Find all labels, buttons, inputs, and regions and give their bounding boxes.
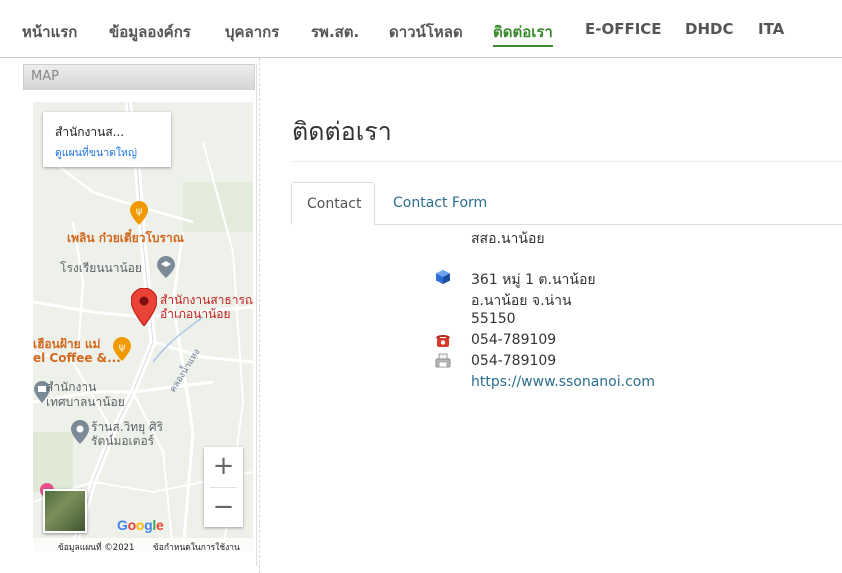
map-label-office-1: สำนักงานสาธารณ: [160, 293, 253, 307]
contact-fax: 054-789109: [471, 353, 557, 369]
google-logo-letter: G: [117, 517, 128, 533]
svg-text:ψ: ψ: [119, 342, 126, 353]
zoom-control: + −: [204, 447, 243, 527]
nav-ita[interactable]: ITA: [758, 20, 784, 38]
tab-contact-form-label: Contact Form: [393, 195, 488, 211]
google-logo-letter: e: [155, 517, 164, 533]
tab-contact[interactable]: Contact: [291, 182, 375, 225]
fax-icon: [435, 353, 451, 373]
nav-health-station[interactable]: รพ.สต.: [311, 20, 359, 44]
nav-contact[interactable]: ติดต่อเรา: [493, 20, 553, 47]
map-label-school: โรงเรียนนาน้อย: [60, 261, 142, 275]
map-attribution-bar: ข้อมูลแผนที่ ©2021 ข้อกำหนดในการใช้งาน: [33, 538, 253, 552]
map-label-cafe-2: el Coffee &...: [33, 351, 121, 365]
map-label-cafe-1: เฮือนฝ้าย แม่: [33, 337, 101, 351]
map-panel-header: MAP: [23, 64, 255, 90]
title-divider: [291, 161, 842, 162]
tab-contact-label: Contact: [307, 196, 362, 212]
map-label-shop-1: ร้านส.วิทยุ ศิริ: [91, 420, 164, 434]
map-info-card: สำนักงานส... ดูแผนที่ขนาดใหญ่: [43, 112, 171, 167]
google-logo-text: Google: [117, 517, 164, 533]
contact-postcode: 55150: [471, 311, 516, 327]
column-divider: [259, 58, 260, 573]
svg-text:ψ: ψ: [136, 206, 143, 217]
map-panel-title: MAP: [31, 69, 59, 84]
map-label-municipal-2: เทศบาลนาน้อย: [46, 395, 125, 409]
map-label-office-2: อำเภอนาน้อย: [160, 307, 231, 321]
zoom-in-button[interactable]: +: [204, 447, 243, 486]
nav-home[interactable]: หน้าแรก: [22, 20, 77, 44]
contact-address-line2: อ.นาน้อย จ.น่าน: [471, 293, 572, 309]
view-larger-map-link[interactable]: ดูแผนที่ขนาดใหญ่: [55, 144, 137, 161]
zoom-out-button[interactable]: −: [204, 488, 243, 527]
contact-website-link[interactable]: https://www.ssonanoi.com: [471, 374, 655, 390]
google-logo-letter: o: [127, 517, 137, 533]
map-label-restaurant: เพลิน ก๋วยเตี๋ยวโบราณ: [67, 231, 184, 245]
top-navigation: หน้าแรก ข้อมูลองค์กร บุคลากร รพ.สต. ดาวน…: [0, 0, 842, 58]
contact-phone: 054-789109: [471, 332, 557, 348]
map-label-municipal-1: สำนักงาน: [46, 380, 97, 394]
google-logo: Google: [117, 517, 164, 533]
phone-icon: [435, 332, 451, 352]
nav-download[interactable]: ดาวน์โหลด: [389, 20, 463, 44]
map-label-shop-2: รัตน์มอเตอร์: [91, 434, 155, 448]
contact-name: สสอ.นาน้อย: [471, 231, 545, 247]
nav-dhdc[interactable]: DHDC: [685, 20, 733, 38]
google-logo-letter: o: [135, 517, 145, 533]
satellite-view-toggle[interactable]: [43, 489, 87, 533]
nav-organization[interactable]: ข้อมูลองค์กร: [109, 20, 191, 44]
map-attribution: ข้อมูลแผนที่ ©2021: [58, 543, 135, 552]
nav-personnel[interactable]: บุคลากร: [225, 20, 279, 44]
address-icon: [435, 269, 451, 289]
map-terms-link[interactable]: ข้อกำหนดในการใช้งาน: [153, 540, 240, 552]
map-card-title: สำนักงานส...: [55, 125, 125, 139]
embedded-map[interactable]: สำนักงานส... ดูแผนที่ขนาดใหญ่ ψ เพลิน ก๋…: [33, 102, 253, 552]
page-title: ติดต่อเรา: [292, 117, 392, 146]
contact-address-line1: 361 หมู่ 1 ต.นาน้อย: [471, 272, 596, 288]
nav-eoffice[interactable]: E-OFFICE: [585, 20, 662, 38]
tab-contact-form[interactable]: Contact Form: [375, 182, 495, 225]
